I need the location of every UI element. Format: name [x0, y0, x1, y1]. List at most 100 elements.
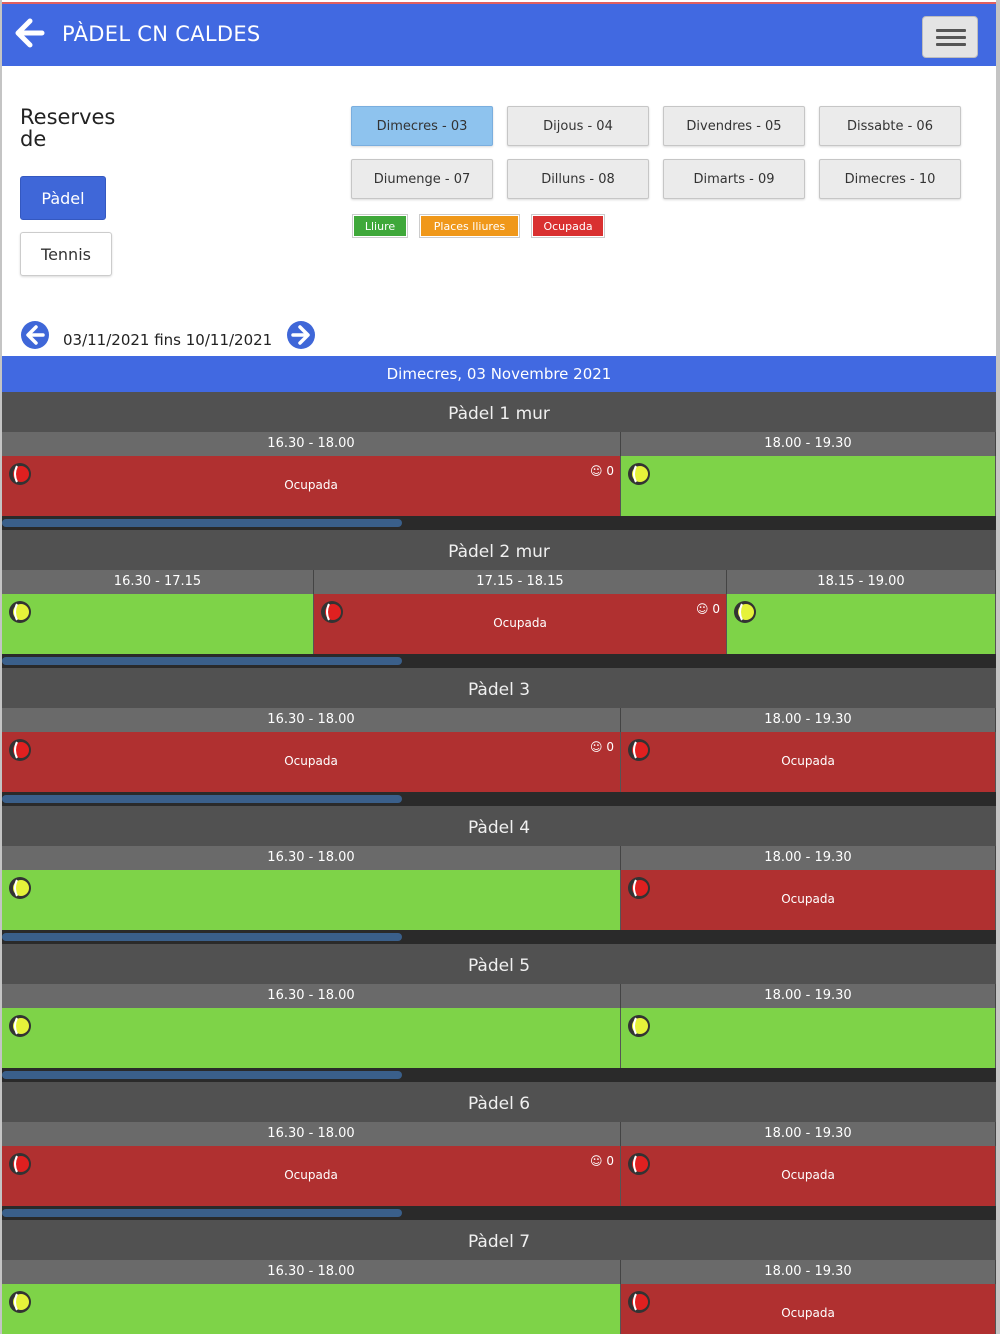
- day-button-dilluns-08[interactable]: Dilluns - 08: [507, 159, 649, 199]
- time-slot: 16.30 - 18.00: [2, 1260, 621, 1334]
- slot-occupied[interactable]: Ocupada ☺ 0: [2, 456, 621, 516]
- court-name: Pàdel 3: [2, 668, 996, 708]
- slot-free[interactable]: [621, 1008, 996, 1068]
- user-icon: ☺: [696, 602, 713, 616]
- court-name: Pàdel 7: [2, 1220, 996, 1260]
- prev-week-button[interactable]: [20, 320, 50, 350]
- slot-status-label: Ocupada: [781, 754, 835, 768]
- players-number: 0: [606, 740, 614, 754]
- slot-time: 16.30 - 18.00: [2, 1122, 621, 1146]
- back-button[interactable]: [12, 16, 46, 50]
- slot-time: 16.30 - 18.00: [2, 432, 621, 456]
- circle-arrow-right-icon: [287, 321, 315, 349]
- slot-occupied[interactable]: Ocupada: [621, 870, 996, 930]
- court-schedule: Pàdel 1 mur 16.30 - 18.00 Ocupada ☺ 0 18.00 …: [2, 392, 996, 1334]
- slot-status-label: Ocupada: [781, 1306, 835, 1320]
- slot-status-label: Ocupada: [284, 1168, 338, 1182]
- time-slot: 16.30 - 17.15: [2, 570, 314, 654]
- padel-ball-icon: [8, 600, 32, 624]
- court-scrollbar[interactable]: [2, 516, 996, 530]
- court-row: Pàdel 3 16.30 - 18.00 Ocupada ☺ 0 18.00 - 19…: [2, 668, 996, 806]
- slot-free[interactable]: [727, 594, 996, 654]
- slot-free[interactable]: [2, 1284, 621, 1334]
- padel-ball-icon: [627, 462, 651, 486]
- arrow-left-icon: [15, 18, 45, 48]
- legend-ocupada: Ocupada: [532, 215, 604, 237]
- app-title: PÀDEL CN CALDES: [62, 22, 261, 46]
- time-slot: 17.15 - 18.15 Ocupada ☺ 0: [314, 570, 727, 654]
- day-button-dimecres-03[interactable]: Dimecres - 03: [351, 106, 493, 146]
- time-slot: 16.30 - 18.00: [2, 984, 621, 1068]
- slot-status-label: Ocupada: [781, 892, 835, 906]
- slot-free[interactable]: [2, 1008, 621, 1068]
- slot-free[interactable]: [2, 870, 621, 930]
- padel-ball-icon: [8, 1014, 32, 1038]
- court-name: Pàdel 5: [2, 944, 996, 984]
- court-scrollbar[interactable]: [2, 1206, 996, 1220]
- time-slot: 18.00 - 19.30: [621, 984, 996, 1068]
- user-icon: ☺: [590, 464, 607, 478]
- slot-time: 18.00 - 19.30: [621, 432, 996, 456]
- court-row: Pàdel 5 16.30 - 18.00 18.00 - 19.30: [2, 944, 996, 1082]
- day-button-diumenge-07[interactable]: Diumenge - 07: [351, 159, 493, 199]
- date-navigation: 03/11/2021 fins 10/11/2021: [20, 320, 340, 352]
- slot-status-label: Ocupada: [284, 478, 338, 492]
- day-button-dissabte-06[interactable]: Dissabte - 06: [819, 106, 961, 146]
- court-name: Pàdel 1 mur: [2, 392, 996, 432]
- time-slot: 18.00 - 19.30 Ocupada: [621, 846, 996, 930]
- time-slot: 16.30 - 18.00 Ocupada ☺ 0: [2, 432, 621, 516]
- time-slot: 16.30 - 18.00: [2, 846, 621, 930]
- slot-free[interactable]: [2, 594, 314, 654]
- court-scrollbar[interactable]: [2, 930, 996, 944]
- court-row: Pàdel 2 mur 16.30 - 17.15 17.15 - 18.15 Ocu…: [2, 530, 996, 668]
- players-count: ☺ 0: [590, 740, 614, 754]
- slot-occupied[interactable]: Ocupada: [621, 1284, 996, 1334]
- scrollbar-thumb[interactable]: [2, 1209, 402, 1217]
- scrollbar-thumb[interactable]: [2, 795, 402, 803]
- slot-occupied[interactable]: Ocupada: [621, 732, 996, 792]
- players-count: ☺ 0: [696, 602, 720, 616]
- slot-time: 16.30 - 18.00: [2, 1260, 621, 1284]
- day-button-dijous-04[interactable]: Dijous - 04: [507, 106, 649, 146]
- scrollbar-thumb[interactable]: [2, 519, 402, 527]
- day-button-divendres-05[interactable]: Divendres - 05: [663, 106, 805, 146]
- slot-time: 16.30 - 17.15: [2, 570, 314, 594]
- court-scrollbar[interactable]: [2, 654, 996, 668]
- slot-time: 18.00 - 19.30: [621, 846, 996, 870]
- app-window: PÀDEL CN CALDES Reserves de Pàdel Tennis…: [0, 0, 1000, 1334]
- time-slot: 16.30 - 18.00 Ocupada ☺ 0: [2, 1122, 621, 1206]
- next-week-button[interactable]: [286, 320, 316, 350]
- scrollbar-thumb[interactable]: [2, 657, 402, 665]
- app-header: PÀDEL CN CALDES: [2, 2, 996, 66]
- day-button-dimecres-10[interactable]: Dimecres - 10: [819, 159, 961, 199]
- slot-time: 18.15 - 19.00: [727, 570, 996, 594]
- scrollbar-thumb[interactable]: [2, 1071, 402, 1079]
- day-button-dimarts-09[interactable]: Dimarts - 09: [663, 159, 805, 199]
- slot-free[interactable]: [621, 456, 996, 516]
- slot-time: 16.30 - 18.00: [2, 984, 621, 1008]
- menu-button[interactable]: [922, 16, 978, 58]
- court-name: Pàdel 6: [2, 1082, 996, 1122]
- slot-occupied[interactable]: Ocupada ☺ 0: [314, 594, 727, 654]
- court-row: Pàdel 6 16.30 - 18.00 Ocupada ☺ 0 18.00 - 19…: [2, 1082, 996, 1220]
- court-scrollbar[interactable]: [2, 1068, 996, 1082]
- scrollbar-thumb[interactable]: [2, 933, 402, 941]
- sport-button-tennis[interactable]: Tennis: [20, 232, 112, 276]
- time-slot: 18.00 - 19.30 Ocupada: [621, 1260, 996, 1334]
- court-scrollbar[interactable]: [2, 792, 996, 806]
- time-slot: 18.00 - 19.30 Ocupada: [621, 708, 996, 792]
- slot-time: 16.30 - 18.00: [2, 846, 621, 870]
- time-slot: 18.00 - 19.30: [621, 432, 996, 516]
- schedule-day-title: Dimecres, 03 Novembre 2021: [2, 356, 996, 392]
- court-row: Pàdel 7 16.30 - 18.00 18.00 - 19.30 Ocupada: [2, 1220, 996, 1334]
- padel-ball-icon: [8, 1290, 32, 1314]
- slot-occupied[interactable]: Ocupada ☺ 0: [2, 732, 621, 792]
- slot-occupied[interactable]: Ocupada: [621, 1146, 996, 1206]
- slot-time: 18.00 - 19.30: [621, 708, 996, 732]
- circle-arrow-left-icon: [21, 321, 49, 349]
- slot-occupied[interactable]: Ocupada ☺ 0: [2, 1146, 621, 1206]
- time-slot: 16.30 - 18.00 Ocupada ☺ 0: [2, 708, 621, 792]
- sport-button-padel[interactable]: Pàdel: [20, 176, 106, 220]
- user-icon: ☺: [590, 1154, 607, 1168]
- slot-status-label: Ocupada: [284, 754, 338, 768]
